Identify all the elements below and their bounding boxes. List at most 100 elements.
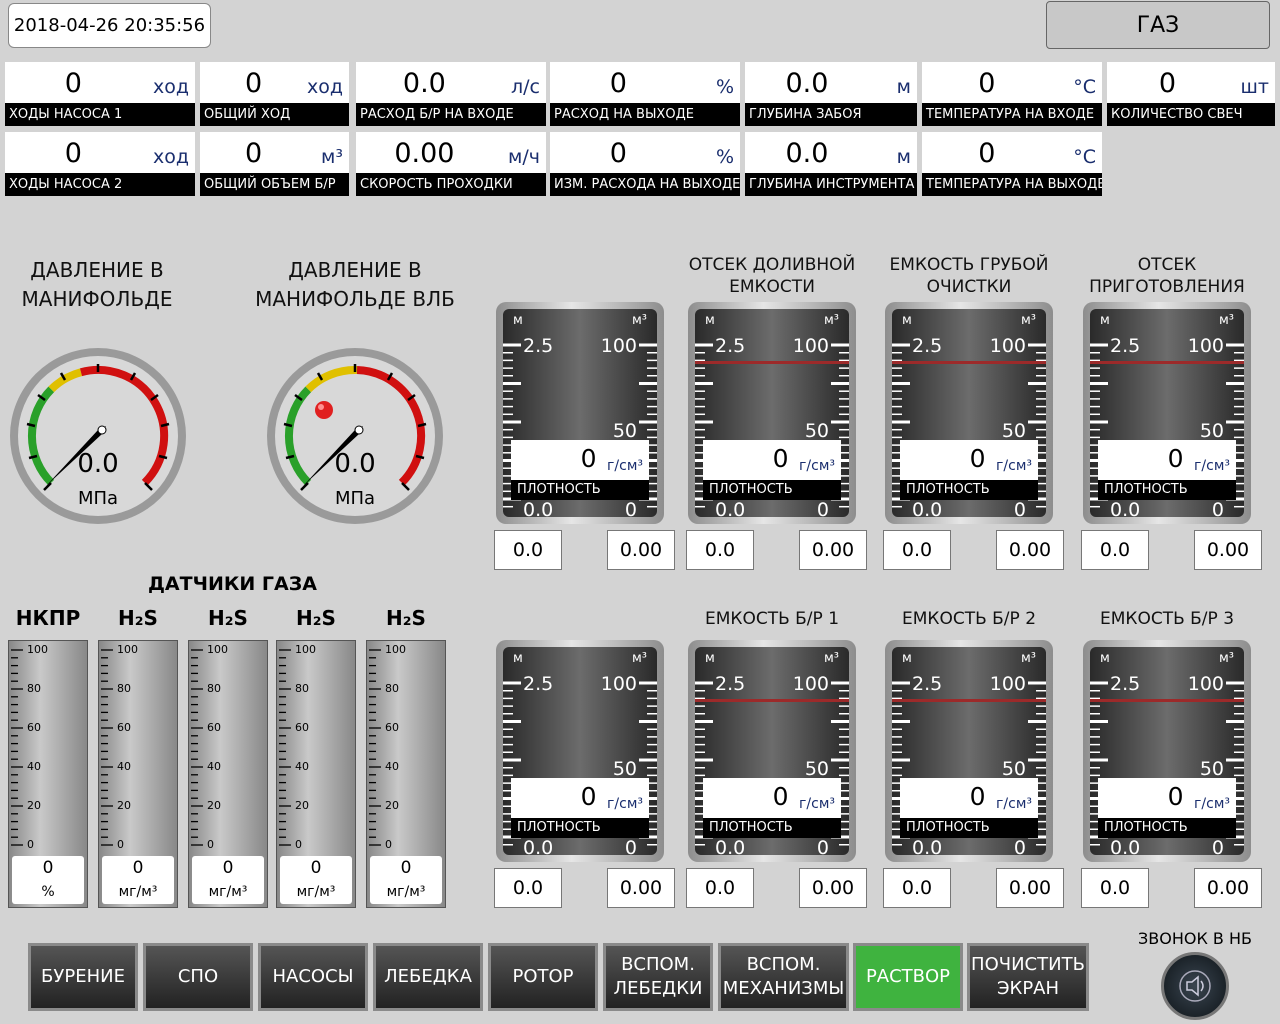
- nav-spo-button[interactable]: СПО: [143, 943, 253, 1011]
- tank-volume-max: 100: [792, 673, 829, 695]
- tank-level-max: 2.5: [1110, 335, 1141, 357]
- tank-volume-unit: м³: [1020, 313, 1036, 328]
- tank-volume-value: 0.00: [996, 530, 1064, 570]
- tank-volume-unit: м³: [1218, 313, 1234, 328]
- bell-button[interactable]: [1161, 952, 1229, 1020]
- tank-body: м м³ 2.5 100 50 0 г/см³ ПЛОТНОСТЬ 0.0 0: [503, 647, 657, 855]
- nav-mud-button[interactable]: РАСТВОР: [853, 943, 963, 1011]
- tank-level-min: 0.0: [715, 499, 746, 517]
- tank-volume-max: 100: [792, 335, 829, 357]
- tank-body: м м³ 2.5 100 50 0 г/см³ ПЛОТНОСТЬ 0.0 0: [1090, 309, 1244, 517]
- nav-aux-mechanisms-button[interactable]: ВСПОМ. МЕХАНИЗМЫ: [718, 943, 849, 1011]
- gas-button[interactable]: ГАЗ: [1046, 1, 1270, 49]
- tile-label: КОЛИЧЕСТВО СВЕЧ: [1107, 103, 1275, 126]
- gas-sensor-name: H₂S: [118, 606, 158, 630]
- tank-volume-mid: 50: [1001, 420, 1026, 442]
- gas-sensor-tick-label: 60: [295, 721, 309, 734]
- tank-level-indicator: м м³ 2.5 100 50 0 г/см³ ПЛОТНОСТЬ 0.0 0: [1083, 302, 1251, 524]
- gas-sensor-tick-label: 20: [27, 799, 41, 812]
- tank-alarm-line: [695, 699, 849, 702]
- tank-level-unit: м: [1100, 651, 1110, 666]
- tank-body: м м³ 2.5 100 50 0 г/см³ ПЛОТНОСТЬ 0.0 0: [892, 309, 1046, 517]
- tank-level-indicator: м м³ 2.5 100 50 0 г/см³ ПЛОТНОСТЬ 0.0 0: [885, 640, 1053, 862]
- gas-sensor-tick-label: 40: [117, 760, 131, 773]
- nav-drilling-button[interactable]: БУРЕНИЕ: [28, 943, 138, 1011]
- tank-level-indicator: м м³ 2.5 100 50 0 г/см³ ПЛОТНОСТЬ 0.0 0: [496, 640, 664, 862]
- tank-level-unit: м: [513, 313, 523, 328]
- gas-sensor-unit: мг/м³: [118, 884, 158, 900]
- tile-unit: ход: [152, 146, 189, 168]
- nav-clear-screen-button[interactable]: ПОЧИСТИТЬ ЭКРАН: [967, 943, 1089, 1011]
- tank-volume-min: 0: [624, 837, 637, 855]
- gas-sensor-reading: 0: [222, 858, 234, 878]
- gas-sensor-tick-label: 0: [385, 838, 392, 851]
- tank-volume-mid: 50: [1199, 758, 1224, 780]
- tank-level-value: 0.0: [1081, 868, 1149, 908]
- tile-unit: °C: [1073, 76, 1096, 98]
- tank-density-box: 0 г/см³: [900, 778, 1038, 818]
- gas-sensor-name: НКПР: [15, 606, 81, 630]
- tile-value: 0.0: [785, 68, 829, 99]
- tank-level-min: 0.0: [912, 499, 943, 517]
- nav-pumps-button[interactable]: НАСОСЫ: [258, 943, 368, 1011]
- gas-sensor-tick-label: 80: [207, 682, 221, 695]
- tank-density-box: 0 г/см³: [1098, 440, 1236, 480]
- tile-outflow-change: 0% ИЗМ. РАСХОДА НА ВЫХОДЕ: [550, 132, 740, 196]
- tank-level-value: 0.0: [883, 868, 951, 908]
- tank-level-value: 0.0: [686, 868, 754, 908]
- tile-value: 0: [978, 68, 996, 99]
- tile-label: ГЛУБИНА ЗАБОЯ: [745, 103, 917, 126]
- tank-volume-min: 0: [624, 499, 637, 517]
- tile-label: ХОДЫ НАСОСА 1: [5, 103, 195, 126]
- tank-volume-unit: м³: [823, 651, 839, 666]
- tank-level-max: 2.5: [523, 673, 554, 695]
- tile-value: 0: [64, 68, 82, 99]
- tile-value: 0: [978, 138, 996, 169]
- gas-sensor-scale: [191, 649, 203, 846]
- tank-body: м м³ 2.5 100 50 0 г/см³ ПЛОТНОСТЬ 0.0 0: [503, 309, 657, 517]
- tank-density-label: ПЛОТНОСТЬ: [1098, 818, 1236, 838]
- tank-density-unit: г/см³: [1194, 458, 1230, 474]
- tank-density-value: 0: [969, 444, 986, 473]
- tank-density-unit: г/см³: [799, 458, 835, 474]
- tank-level-value: 0.0: [883, 530, 951, 570]
- tank-level-unit: м: [1100, 313, 1110, 328]
- tank-level-value: 0.0: [494, 868, 562, 908]
- gas-sensor-tick-label: 20: [117, 799, 131, 812]
- tank-level-min: 0.0: [912, 837, 943, 855]
- gas-sensor-reading: 0: [310, 858, 322, 878]
- tile-label: РАСХОД НА ВЫХОДЕ: [550, 103, 740, 126]
- tank-level-min: 0.0: [1110, 837, 1141, 855]
- nav-drawworks-button[interactable]: ЛЕБЕДКА: [373, 943, 483, 1011]
- tank-volume-value: 0.00: [1194, 530, 1262, 570]
- tank-alarm-line: [1090, 361, 1244, 364]
- tank-density-value: 0: [772, 444, 789, 473]
- tile-pump2-strokes: 0 ход ХОДЫ НАСОСА 2: [5, 132, 195, 196]
- gas-sensor-value: 0 мг/м³: [280, 856, 352, 904]
- tank-volume-value: 0.00: [607, 530, 675, 570]
- gauge-title: ДАВЛЕНИЕ В МАНИФОЛЬДЕ: [21, 258, 173, 311]
- gas-sensor-scale: [11, 649, 23, 846]
- gas-sensor-bar: 100 80 60 40 20 0 0 мг/м³: [276, 640, 356, 908]
- gas-sensor-tick-label: 80: [117, 682, 131, 695]
- tank-volume-value: 0.00: [607, 868, 675, 908]
- tank-level-indicator: м м³ 2.5 100 50 0 г/см³ ПЛОТНОСТЬ 0.0 0: [688, 640, 856, 862]
- tile-inflow: 0.0 л/с РАСХОД Б/Р НА ВХОДЕ: [356, 62, 546, 126]
- gas-sensor-reading: 0: [42, 858, 54, 878]
- gas-sensor-scale: [369, 649, 381, 846]
- nav-rotor-button[interactable]: РОТОР: [488, 943, 598, 1011]
- tank-level-max: 2.5: [715, 335, 746, 357]
- tank-density-unit: г/см³: [607, 796, 643, 812]
- gas-sensor-tick-label: 20: [385, 799, 399, 812]
- nav-aux-winches-button[interactable]: ВСПОМ. ЛЕБЕДКИ: [603, 943, 713, 1011]
- tile-unit: °C: [1073, 146, 1096, 168]
- tile-total-strokes: 0 ход ОБЩИЙ ХОД: [200, 62, 349, 126]
- tank-level-unit: м: [705, 313, 715, 328]
- gas-sensor-tick-label: 40: [295, 760, 309, 773]
- tile-unit: м: [896, 146, 911, 168]
- tile-temp-out: 0 °C ТЕМПЕРАТУРА НА ВЫХОДЕ: [922, 132, 1102, 196]
- tile-pump1-strokes: 0 ход ХОДЫ НАСОСА 1: [5, 62, 195, 126]
- tank-level-indicator: м м³ 2.5 100 50 0 г/см³ ПЛОТНОСТЬ 0.0 0: [885, 302, 1053, 524]
- tile-label: ОБЩИЙ ОБЪЕМ Б/Р: [200, 173, 349, 196]
- tank-density-box: 0 г/см³: [900, 440, 1038, 480]
